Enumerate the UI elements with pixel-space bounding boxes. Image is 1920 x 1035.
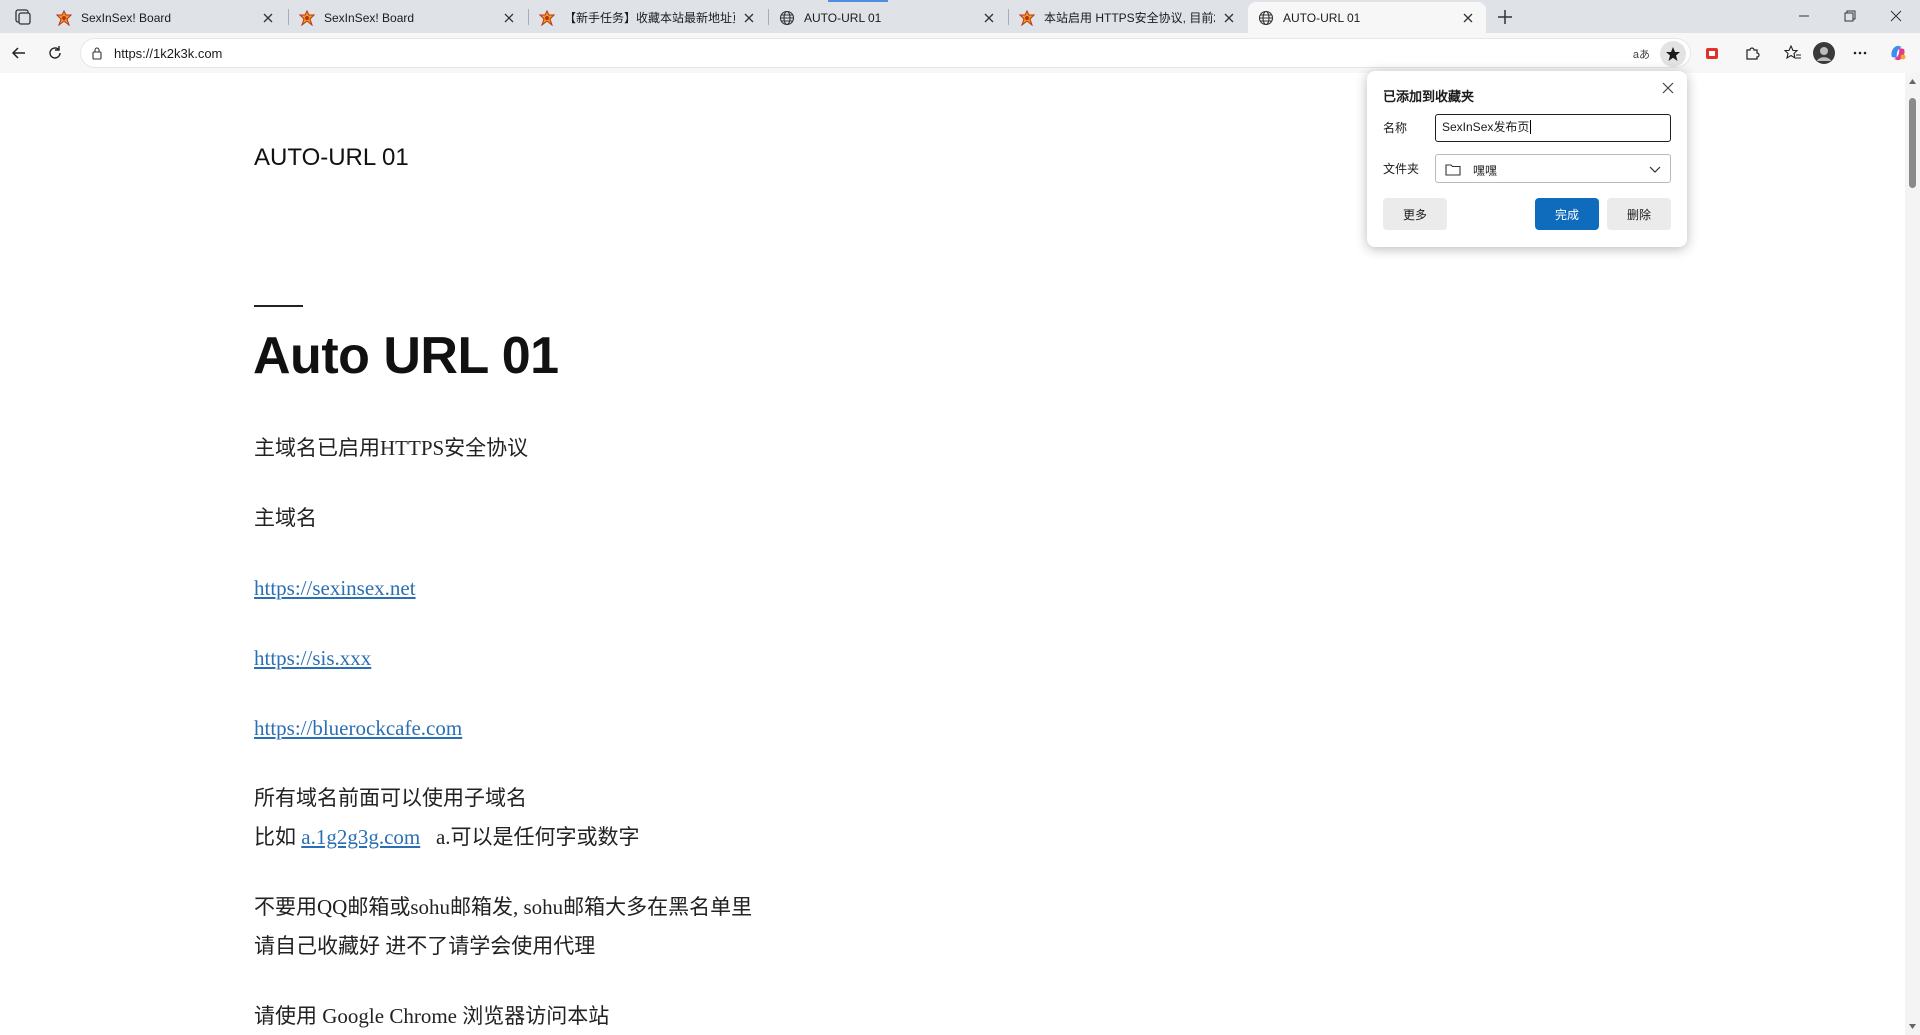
close-window-button[interactable] [1873, 0, 1919, 32]
done-button[interactable]: 完成 [1535, 198, 1599, 230]
body-text: 比如 [254, 825, 302, 849]
body-text: 主域名已启用HTTPS安全协议 [254, 436, 529, 460]
tab-strip: SexInSex! Board SexInSex! Board 【新手任务】收藏… [0, 0, 1920, 33]
globe-icon [779, 10, 795, 25]
tab-4[interactable]: AUTO-URL 01 [769, 2, 1007, 33]
text-cursor [1530, 120, 1532, 134]
tab-title: AUTO-URL 01 [804, 10, 882, 25]
close-icon[interactable] [1221, 10, 1237, 26]
scroll-up-icon[interactable] [1908, 77, 1917, 86]
title-divider [254, 305, 303, 307]
name-label: 名称 [1383, 121, 1408, 135]
example-link[interactable]: a.1g2g3g.com [301, 825, 420, 849]
post-body: 主域名已启用HTTPS安全协议 主域名 https://sexinsex.net… [254, 429, 1154, 1035]
scroll-thumb[interactable] [1909, 98, 1916, 188]
copilot-icon [1891, 45, 1906, 61]
remove-button[interactable]: 删除 [1607, 198, 1671, 230]
body-text: 请使用 Google Chrome 浏览器访问本站 [254, 1004, 610, 1028]
body-text: 请自己收藏好 进不了请学会使用代理 [254, 934, 596, 958]
close-icon[interactable] [501, 10, 517, 26]
site-title[interactable]: AUTO-URL 01 [254, 144, 409, 172]
globe-icon [1258, 10, 1274, 25]
example-line: 比如 a.1g2g3g.com a.可以是任何字或数字 [254, 818, 1154, 857]
browser-toolbar: https://1k2k3k.com aあ [0, 33, 1920, 73]
domain-link[interactable]: https://bluerockcafe.com [254, 716, 462, 740]
scroll-down-icon[interactable] [1908, 1022, 1917, 1031]
folder-icon [1445, 164, 1461, 176]
close-icon[interactable] [1460, 10, 1476, 26]
restore-button[interactable] [1827, 0, 1873, 32]
read-aloud-icon[interactable]: aあ [1633, 46, 1650, 62]
close-icon[interactable] [981, 10, 997, 26]
domain-link[interactable]: https://sexinsex.net [254, 576, 416, 600]
favorite-name-input[interactable]: SexInSex发布页 [1435, 114, 1671, 142]
close-icon[interactable] [741, 10, 757, 26]
tab-2[interactable]: SexInSex! Board [289, 2, 527, 33]
name-value: SexInSex发布页 [1442, 120, 1530, 134]
minimize-button[interactable] [1781, 0, 1827, 32]
sis-logo-icon [1019, 9, 1035, 26]
minimize-icon [1799, 15, 1809, 17]
folder-select[interactable]: 嘿嘿 [1435, 154, 1671, 183]
tab-title: SexInSex! Board [81, 10, 172, 25]
tab-3[interactable]: 【新手任务】收藏本站最新地址页 [529, 2, 767, 33]
tab-title: 【新手任务】收藏本站最新地址页 [564, 11, 735, 25]
favorites-button[interactable] [1780, 40, 1806, 66]
lock-icon[interactable] [90, 46, 104, 60]
refresh-icon [49, 46, 61, 59]
back-arrow-icon [11, 47, 25, 59]
tab-1[interactable]: SexInSex! Board [46, 2, 286, 33]
profile-button[interactable] [1811, 40, 1837, 66]
avatar [1813, 42, 1835, 64]
body-text: 所有域名前面可以使用子域名 [254, 786, 527, 810]
favorites-icon [1784, 45, 1801, 60]
sis-logo-icon [299, 9, 315, 26]
restore-icon [1844, 10, 1856, 22]
close-icon[interactable] [1659, 79, 1677, 97]
back-button[interactable] [6, 40, 32, 66]
close-icon [1890, 10, 1902, 22]
popup-title: 已添加到收藏夹 [1383, 89, 1475, 104]
tab-5[interactable]: 本站启用 HTTPS安全协议, 目前2个 [1009, 2, 1247, 33]
tab-title: 本站启用 HTTPS安全协议, 目前2个 [1044, 11, 1215, 25]
chevron-down-icon [1649, 166, 1661, 173]
sis-logo-icon [539, 9, 555, 26]
close-icon[interactable] [260, 10, 276, 26]
star-filled-icon [1666, 47, 1680, 61]
red-extension-icon [1706, 48, 1718, 59]
sis-logo-icon [56, 9, 72, 26]
refresh-button[interactable] [42, 40, 68, 66]
more-horizontal-icon [1853, 51, 1867, 55]
workspaces-icon[interactable] [12, 7, 34, 27]
extensions-button[interactable] [1739, 40, 1765, 66]
tab-title: AUTO-URL 01 [1283, 10, 1361, 25]
tab-6-active[interactable]: AUTO-URL 01 [1248, 2, 1486, 33]
copilot-button[interactable] [1885, 40, 1911, 66]
settings-more-button[interactable] [1847, 40, 1873, 66]
domain-link[interactable]: https://sis.xxx [254, 646, 371, 670]
address-bar[interactable]: https://1k2k3k.com aあ [80, 38, 1691, 68]
puzzle-icon [1746, 47, 1760, 60]
folder-value: 嘿嘿 [1473, 164, 1498, 178]
folder-label: 文件夹 [1383, 162, 1420, 176]
new-tab-icon[interactable] [1494, 6, 1516, 28]
body-text: 主域名 [254, 506, 317, 530]
tab-title: SexInSex! Board [324, 10, 415, 25]
favorite-star-button[interactable] [1660, 41, 1686, 67]
post-title: Auto URL 01 [253, 327, 559, 385]
more-button[interactable]: 更多 [1383, 198, 1447, 230]
body-text: 不要用QQ邮箱或sohu邮箱发, sohu邮箱大多在黑名单里 [254, 895, 753, 919]
url-text[interactable]: https://1k2k3k.com [114, 46, 222, 61]
page-scrollbar[interactable] [1905, 73, 1920, 1035]
body-text: a.可以是任何字或数字 [420, 825, 640, 849]
extension-button[interactable] [1699, 40, 1725, 66]
favorite-added-popup: 已添加到收藏夹 名称 SexInSex发布页 文件夹 嘿嘿 更多 完成 删除 [1367, 71, 1687, 247]
